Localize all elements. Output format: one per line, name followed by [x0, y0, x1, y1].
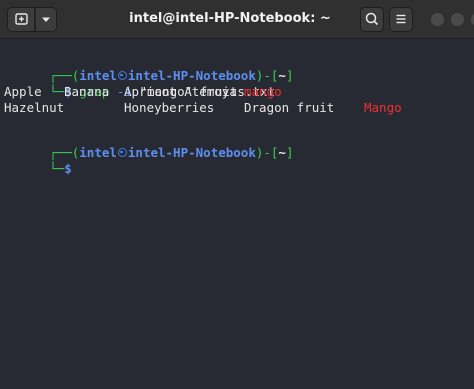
- hamburger-menu-icon: [396, 14, 406, 24]
- output-cell: Hazelnut: [4, 100, 65, 115]
- minimize-button[interactable]: [431, 13, 444, 26]
- command-line: └─$ grep -i "mango" fruits.txt: [4, 68, 275, 99]
- chevron-down-icon: [42, 17, 50, 22]
- output-cell: Honeyberries: [124, 100, 215, 115]
- tab-menu-dropdown-button[interactable]: [35, 7, 57, 32]
- output-cell: Dragon fruit: [244, 100, 335, 115]
- maximize-button[interactable]: [451, 13, 464, 26]
- prompt-path: ~: [278, 68, 286, 83]
- kali-skull-icon: [117, 148, 127, 157]
- output-cell: Apricot Atemoya: [124, 84, 237, 99]
- search-icon: [365, 12, 379, 26]
- match-highlight: Mango: [364, 100, 402, 115]
- prompt-dollar: $: [64, 161, 72, 176]
- prompt-bottom-corner: └─: [49, 161, 65, 176]
- output-row-2: Hazelnut Honeyberries Dragon fruit Mango: [4, 100, 464, 116]
- prompt-close-bracket: ]: [285, 68, 294, 83]
- output-row-1: Apple Banana Apricot Atemoya mango: [4, 84, 464, 100]
- new-tab-button[interactable]: [7, 7, 35, 32]
- prompt-host: intel-HP-Notebook: [127, 145, 256, 160]
- prompt-user: intel: [79, 145, 117, 160]
- new-tab-icon: [15, 13, 28, 25]
- title-bar: intel@intel-HP-Notebook: ~: [0, 0, 474, 39]
- prompt-line-top: ┌──(intel intel-HP-Notebook)-[~]: [4, 52, 293, 83]
- window-title: intel@intel-HP-Notebook: ~: [129, 11, 331, 26]
- output-cell: Banana: [64, 84, 110, 99]
- terminal-window: intel@intel-HP-Notebook: ~ ┌──(intel int…: [0, 0, 474, 389]
- input-line[interactable]: └─$: [4, 145, 72, 176]
- search-button[interactable]: [360, 7, 384, 32]
- prompt-separator: )-[: [255, 145, 279, 160]
- match-highlight: mango: [244, 84, 282, 99]
- prompt-path: ~: [278, 145, 286, 160]
- prompt-close-bracket: ]: [285, 145, 294, 160]
- main-menu-button[interactable]: [389, 7, 413, 32]
- terminal-output-area[interactable]: ┌──(intel intel-HP-Notebook)-[~] └─$ grep…: [0, 39, 474, 389]
- output-cell: Apple: [4, 84, 42, 99]
- prompt-line-top: ┌──(intel intel-HP-Notebook)-[~]: [4, 129, 293, 160]
